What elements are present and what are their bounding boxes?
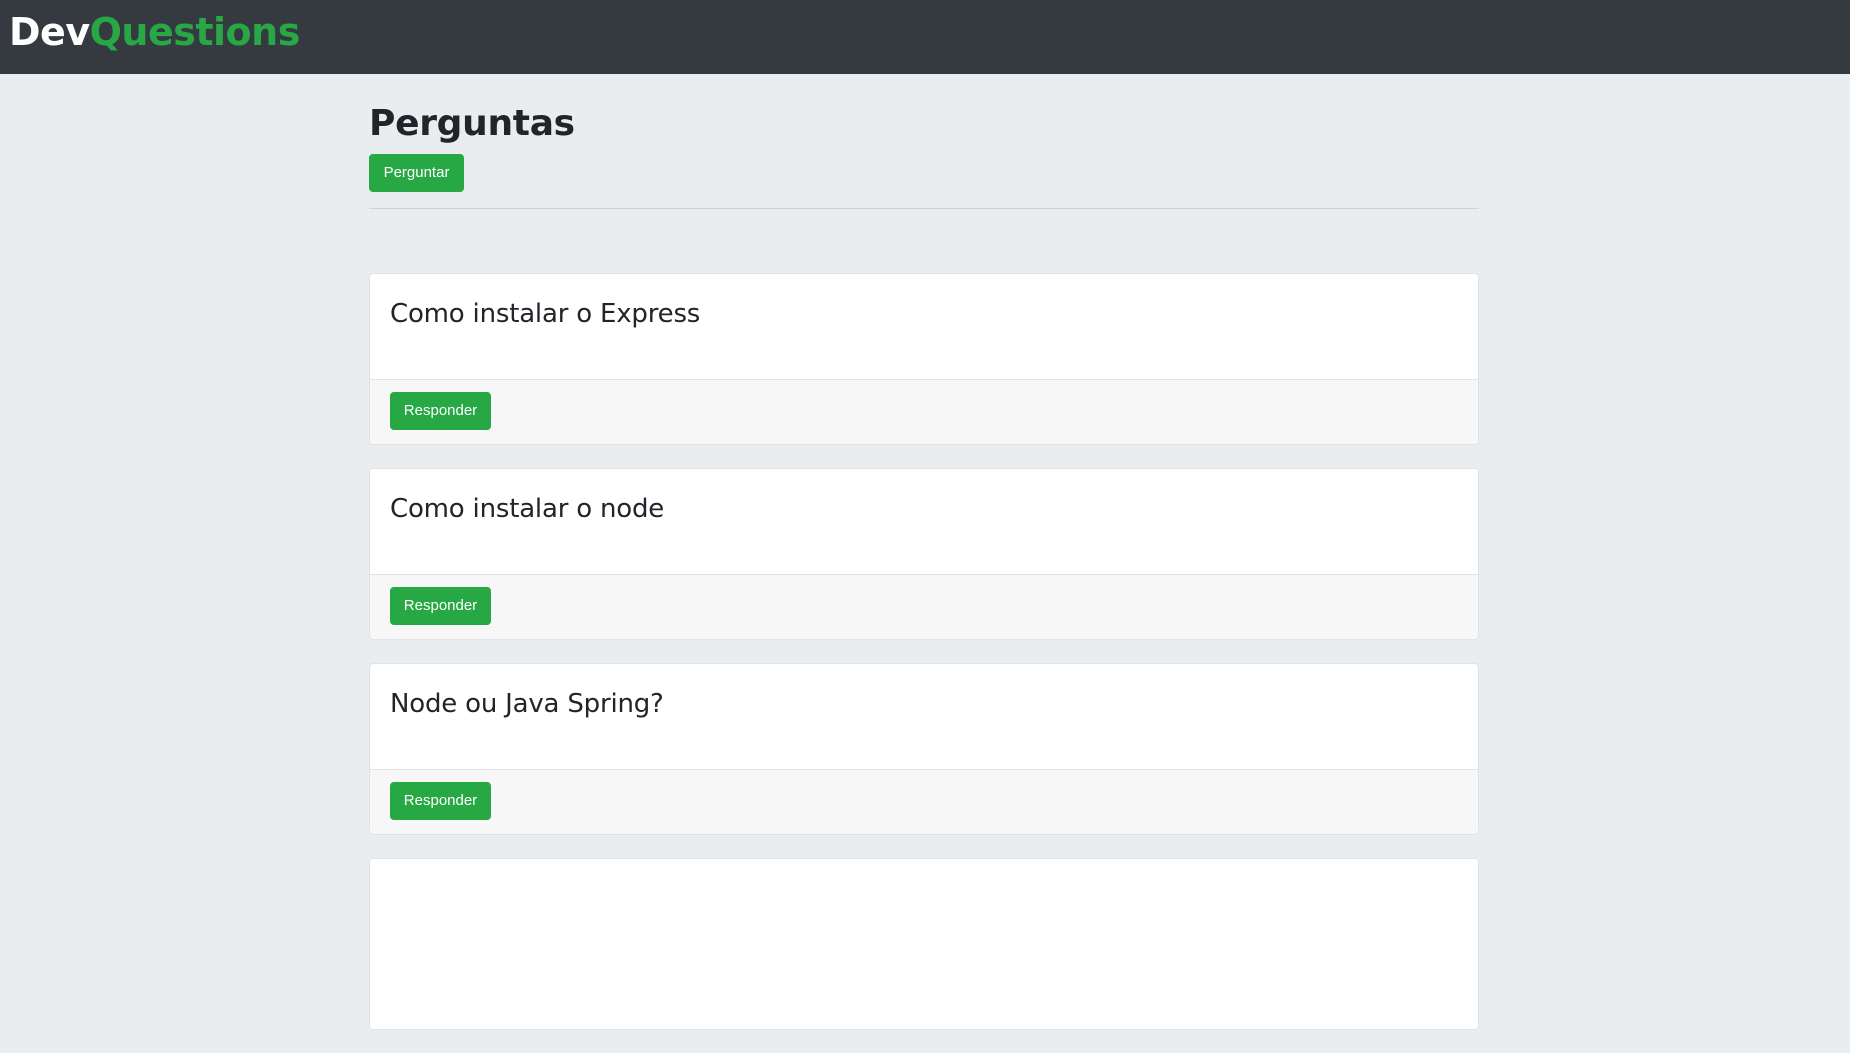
question-card-footer: Responder [370, 770, 1478, 834]
answer-button[interactable]: Responder [390, 587, 491, 625]
question-card-footer: Responder [370, 575, 1478, 639]
answer-button[interactable]: Responder [390, 782, 491, 820]
question-card-body: Node ou Java Spring? [370, 664, 1478, 770]
question-card-body: Como instalar o Express [370, 274, 1478, 380]
page-title: Perguntas [369, 103, 575, 144]
navbar: DevQuestions [0, 0, 1850, 74]
question-card-footer: Responder [370, 380, 1478, 444]
question-title: Como instalar o Express [390, 299, 701, 329]
question-card-body: Como instalar o node [370, 469, 1478, 575]
brand-dev-text: Dev [9, 10, 90, 54]
brand-questions-text: Questions [89, 10, 301, 54]
brand-logo[interactable]: DevQuestions [9, 10, 300, 54]
ask-question-button[interactable]: Perguntar [369, 154, 464, 192]
question-card: Node ou Java Spring? Responder [369, 663, 1479, 835]
question-card-partial [369, 858, 1479, 1030]
question-card: Como instalar o Express Responder [369, 273, 1479, 445]
answer-button[interactable]: Responder [390, 392, 491, 430]
question-list: Como instalar o Express Responder Como i… [369, 273, 1479, 1053]
question-card: Como instalar o node Responder [369, 468, 1479, 640]
divider [369, 208, 1479, 209]
question-title: Como instalar o node [390, 494, 665, 524]
question-title: Node ou Java Spring? [390, 689, 664, 719]
